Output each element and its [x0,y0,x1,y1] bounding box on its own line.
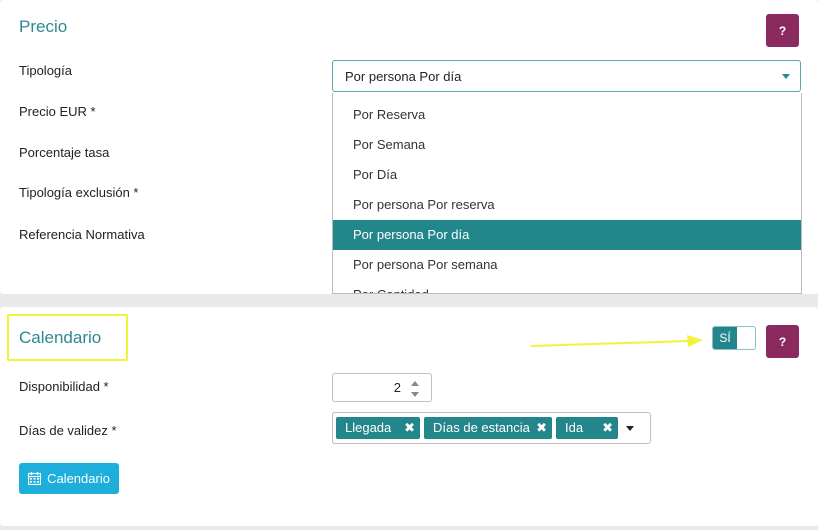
chevron-down-icon [782,74,790,79]
option-por-cantidad[interactable]: Por Cantidad [333,280,801,293]
precio-eur-label: Precio EUR * [19,104,96,119]
tipologia-dropdown-list: Por Reserva Por Semana Por Día Por perso… [332,93,802,294]
tag-llegada: Llegada ✖ [336,417,420,439]
option-por-persona-por-reserva[interactable]: Por persona Por reserva [333,190,801,220]
calendario-help-button[interactable]: ? [766,325,799,358]
dias-validez-multiselect[interactable]: Llegada ✖ Días de estancia ✖ Ida ✖ [332,412,651,444]
tag-label: Llegada [345,420,392,435]
calendario-toggle[interactable]: SÍ [712,326,756,350]
option-por-dia[interactable]: Por Día [333,160,801,190]
remove-tag-icon[interactable]: ✖ [404,417,415,439]
toggle-on-label: SÍ [713,327,737,349]
calendar-icon [28,472,42,485]
disponibilidad-stepper[interactable]: 2 [332,373,432,402]
option-por-semana[interactable]: Por Semana [333,130,801,160]
remove-tag-icon[interactable]: ✖ [602,417,613,439]
option-por-persona-por-dia[interactable]: Por persona Por día [333,220,801,250]
stepper-down-icon[interactable] [411,392,419,397]
porcentaje-tasa-label: Porcentaje tasa [19,145,110,160]
tag-label: Días de estancia [433,420,530,435]
dias-validez-label: Días de validez * [19,423,117,438]
precio-help-button[interactable]: ? [766,14,799,47]
calendario-button[interactable]: Calendario [19,463,119,494]
annotation-arrow-icon [530,335,703,347]
calendario-button-label: Calendario [47,471,110,486]
tipologia-selected-value: Por persona Por día [345,69,462,84]
tag-dias-estancia: Días de estancia ✖ [424,417,552,439]
option-por-reserva[interactable]: Por Reserva [333,100,801,130]
option-por-persona-por-semana[interactable]: Por persona Por semana [333,250,801,280]
tag-label: Ida [565,420,584,435]
tipologia-label: Tipología [19,63,72,78]
tipologia-exclusion-label: Tipología exclusión * [19,185,139,200]
disponibilidad-value: 2 [393,380,401,395]
annotation-highlight-box [7,314,128,361]
remove-tag-icon[interactable]: ✖ [536,417,547,439]
tag-ida: Ida ✖ [556,417,618,439]
referencia-normativa-label: Referencia Normativa [19,227,145,242]
precio-title: Precio [19,17,68,36]
disponibilidad-label: Disponibilidad * [19,379,109,394]
chevron-down-icon[interactable] [626,426,634,431]
tipologia-select[interactable]: Por persona Por día [332,60,801,92]
stepper-up-icon[interactable] [411,381,419,386]
